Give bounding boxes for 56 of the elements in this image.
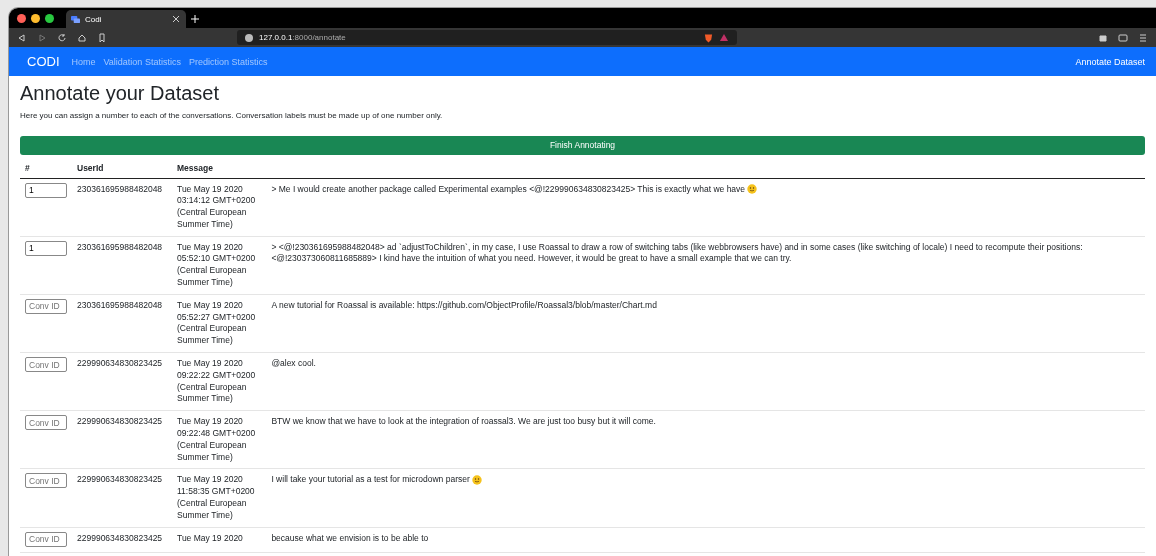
back-icon[interactable] bbox=[17, 32, 27, 43]
triangle-icon[interactable] bbox=[719, 33, 729, 42]
nav-link[interactable]: Prediction Statistics bbox=[188, 56, 268, 67]
user-id-cell: 229990634830823425 bbox=[72, 410, 172, 469]
conv-id-field[interactable]: 1 bbox=[25, 240, 67, 256]
conv-id-field[interactable]: Conv ID bbox=[25, 531, 67, 547]
bookmark-icon[interactable] bbox=[97, 32, 107, 43]
date-cell: Tue May 19 2020 05:52:10 GMT+0200 (Central European Summer Time) bbox=[172, 236, 267, 295]
reload-icon[interactable] bbox=[57, 32, 67, 43]
column-header: Message bbox=[172, 157, 1145, 178]
close-window-button[interactable] bbox=[17, 13, 26, 23]
home-icon[interactable] bbox=[77, 32, 87, 43]
browser-tab[interactable]: Codi bbox=[66, 10, 186, 28]
column-header: # bbox=[20, 157, 72, 178]
finish-button[interactable]: Finish Annotating bbox=[20, 135, 1145, 155]
date-cell: Tue May 19 2020 bbox=[172, 527, 267, 553]
nav-link[interactable]: Home bbox=[71, 56, 96, 67]
shield-icon[interactable] bbox=[704, 32, 713, 43]
date-cell: Tue May 19 2020 09:22:48 GMT+0200 (Central European Summer Time) bbox=[172, 410, 267, 469]
forward-icon[interactable] bbox=[37, 32, 47, 43]
user-id-cell: 229990634830823425 bbox=[72, 527, 172, 553]
date-cell: Tue May 19 2020 05:52:27 GMT+0200 (Central European Summer Time) bbox=[172, 294, 267, 353]
message-text: @alex cool. bbox=[271, 358, 316, 369]
nav-link[interactable]: Validation Statistics bbox=[103, 56, 181, 67]
conv-id-field[interactable]: Conv ID bbox=[25, 473, 67, 489]
user-id-cell: 230361695988482048 bbox=[72, 236, 172, 295]
user-id-cell: 230361695988482048 bbox=[72, 178, 172, 237]
date-cell: Tue May 19 2020 09:22:22 GMT+0200 (Central European Summer Time) bbox=[172, 352, 267, 411]
conv-id-field[interactable]: Conv ID bbox=[25, 298, 67, 314]
zoom-window-button[interactable] bbox=[45, 13, 54, 23]
user-id-cell: 229990634830823425 bbox=[72, 352, 172, 411]
brand-link[interactable]: CODI bbox=[27, 54, 60, 69]
date-cell: Tue May 19 2020 11:58:35 GMT+0200 (Central European Summer Time) bbox=[172, 468, 267, 528]
close-icon[interactable] bbox=[171, 14, 181, 24]
message-text: A new tutorial for Roassal is available: https://github.com/ObjectProfile/Roassal3/blob/master/Chart.md bbox=[271, 299, 657, 310]
menu-icon[interactable] bbox=[1138, 32, 1148, 43]
info-icon bbox=[245, 33, 253, 42]
plus-icon[interactable] bbox=[190, 14, 200, 24]
nav-link[interactable]: Annotate Dataset bbox=[1075, 56, 1145, 67]
message-text: > <@!230361695988482048> ad `adjustToChildren`, in my case, I use Roassal to draw a row of switching tabs (like webbrowsers have) and in some cases (like switching of locale) I need to recompute their positions: <@!230373060811685889> I kind have the intuition of what you need. However, it would be great to have a small example that we can try. bbox=[271, 241, 1083, 264]
minimize-window-button[interactable] bbox=[31, 13, 40, 23]
description-text: Here you can assign a number to each of the conversations. Conversation labels must be made up of one number only. bbox=[20, 111, 444, 120]
user-id-cell: 230361695988482048 bbox=[72, 294, 172, 353]
conv-id-field[interactable]: 1 bbox=[25, 182, 67, 198]
conv-id-field[interactable]: Conv ID bbox=[25, 357, 67, 373]
conv-id-field[interactable]: Conv ID bbox=[25, 415, 67, 431]
message-text: BTW we know that we have to look at the integration of roassal3. We are just too busy but it will come. bbox=[271, 416, 656, 427]
user-id-cell: 229990634830823425 bbox=[72, 468, 172, 528]
message-text: because what we envision is to be able to bbox=[271, 532, 429, 543]
chat-icon bbox=[71, 14, 80, 24]
message-text: I will take your tutorial as a test for microdown parser bbox=[271, 474, 470, 485]
column-header: UserId bbox=[72, 157, 172, 178]
address-bar[interactable]: 127.0.0.1:8000/annotate bbox=[237, 30, 737, 45]
message-text: > Me I would create another package called Experimental examples <@!229990634830823425> This is exactly what we have bbox=[271, 183, 746, 194]
page-heading: Annotate your Dataset bbox=[20, 82, 220, 105]
date-cell: Tue May 19 2020 03:14:12 GMT+0200 (Central European Summer Time) bbox=[172, 178, 267, 237]
